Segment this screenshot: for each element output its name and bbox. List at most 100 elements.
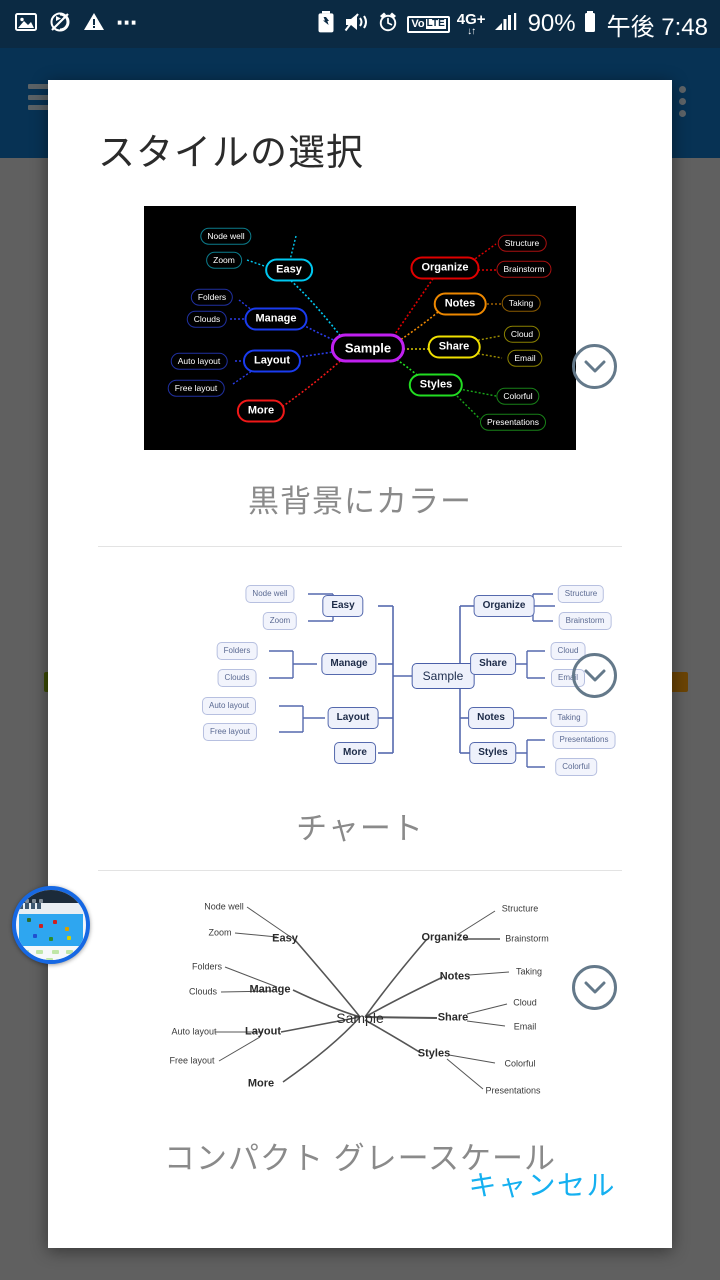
overflow-dot — [679, 86, 686, 93]
mindmap-leaf-cloud: Cloud — [513, 997, 537, 1008]
mindmap-leaf-email: Email — [507, 349, 543, 367]
floating-icon-toolbar — [16, 903, 86, 914]
phone-screen: ⋯ Vo LTE 4G+ ↓↑ 90% 午後 7:48 スタイルの選択 Samp… — [0, 0, 720, 1280]
no-sync-icon — [48, 10, 72, 39]
mindmap-leaf-taking: Taking — [501, 294, 541, 312]
mindmap-node-easy: Easy — [272, 932, 298, 945]
mindmap-leaf-zoom: Zoom — [262, 612, 298, 630]
mindmap-leaf-colorful: Colorful — [504, 1058, 536, 1069]
style-option-compact-grayscale[interactable]: Sample Easy Node well Zoom Manage Folder… — [48, 887, 672, 1178]
volte-prefix: Vo — [411, 17, 425, 30]
mindmap-leaf-folders: Folders — [190, 288, 234, 306]
divider — [98, 546, 622, 547]
mindmap-node-styles: Styles — [469, 742, 517, 764]
mindmap-leaf-cloud: Cloud — [503, 325, 541, 343]
mindmap-leaf-brainstorm: Brainstorm — [496, 260, 552, 278]
style-label-chart: チャート — [296, 811, 424, 846]
mindmap-node-easy: Easy — [265, 258, 313, 282]
mindmap-leaf-brainstorm: Brainstorm — [505, 933, 549, 944]
volte-suffix: LTE — [425, 18, 446, 29]
mindmap-leaf-node-well: Node well — [204, 901, 244, 912]
dialog-actions: キャンセル — [48, 1158, 672, 1210]
chevron-down-icon — [584, 669, 605, 681]
mindmap-node-manage: Manage — [249, 983, 291, 996]
mindmap-node-more: More — [247, 1077, 275, 1090]
mindmap-leaf-colorful: Colorful — [496, 387, 540, 405]
style-selection-dialog: スタイルの選択 Sample Easy Node well Zoom Manag… — [48, 80, 672, 1248]
mindmap-leaf-colorful: Colorful — [555, 758, 597, 776]
mindmap-node-manage: Manage — [321, 653, 377, 675]
status-bar: ⋯ Vo LTE 4G+ ↓↑ 90% 午後 7:48 — [0, 0, 720, 48]
status-bar-left-icons: ⋯ — [0, 10, 139, 39]
mindmap-node-share: Share — [427, 335, 481, 359]
overflow-dot — [679, 98, 686, 105]
mindmap-leaf-taking: Taking — [515, 966, 543, 977]
cancel-button[interactable]: キャンセル — [464, 1158, 620, 1210]
preview-dark-color[interactable]: Sample Easy Node well Zoom Manage Folder… — [48, 206, 672, 450]
mindmap-leaf-auto-layout: Auto layout — [201, 697, 257, 715]
mindmap-node-layout: Layout — [242, 349, 302, 373]
mindmap-leaf-structure: Structure — [497, 234, 547, 252]
mindmap-node-root: Sample — [336, 1010, 384, 1026]
mindmap-node-root: Sample — [330, 333, 406, 363]
mindmap-leaf-clouds: Clouds — [188, 986, 218, 997]
mindmap-node-styles: Styles — [408, 373, 464, 397]
mindmap-leaf-folders: Folders — [216, 642, 258, 660]
mindmap-node-manage: Manage — [244, 307, 308, 331]
mindmap-node-layout: Layout — [244, 1025, 282, 1038]
mindmap-leaf-node-well: Node well — [245, 585, 295, 603]
mindmap-node-organize: Organize — [473, 595, 535, 617]
mindmap-leaf-email: Email — [513, 1021, 537, 1032]
mindmap-leaf-presentations: Presentations — [485, 1085, 541, 1096]
divider — [98, 870, 622, 871]
style-label-dark-color: 黒背景にカラー — [248, 484, 472, 519]
mindmap-leaf-presentations: Presentations — [480, 413, 546, 431]
mindmap-node-styles: Styles — [417, 1047, 451, 1060]
status-bar-right-icons: Vo LTE 4G+ ↓↑ 90% 午後 7:48 — [316, 7, 720, 42]
mindmap-leaf-brainstorm: Brainstorm — [558, 612, 612, 630]
style-option-dark-color[interactable]: Sample Easy Node well Zoom Manage Folder… — [48, 206, 672, 521]
network-arrows: ↓↑ — [467, 25, 476, 37]
mindmap-leaf-zoom: Zoom — [206, 251, 242, 269]
chevron-down-icon — [584, 981, 605, 993]
page-title: スタイルの選択 — [98, 132, 364, 173]
mindmap-node-share: Share — [437, 1011, 469, 1024]
mindmap-leaf-presentations: Presentations — [552, 731, 616, 749]
mindmap-chart-preview: Sample Easy Node well Zoom Manage Folder… — [165, 575, 616, 776]
warning-icon — [82, 10, 106, 39]
mindmap-node-notes: Notes — [433, 292, 487, 316]
mindmap-leaf-folders: Folders — [191, 961, 223, 972]
mindmap-node-more: More — [236, 399, 286, 423]
mindmap-node-layout: Layout — [327, 707, 379, 729]
mindmap-leaf-free-layout: Free layout — [169, 1055, 215, 1066]
alarm-icon — [376, 10, 400, 39]
mindmap-node-root: Sample — [411, 663, 475, 689]
battery-saver-icon — [316, 10, 336, 39]
battery-icon — [583, 10, 597, 39]
mindmap-leaf-clouds: Clouds — [186, 310, 228, 328]
mindmap-leaf-auto-layout: Auto layout — [171, 1026, 217, 1037]
mindmap-node-more: More — [334, 742, 376, 764]
mindmap-leaf-free-layout: Free layout — [202, 723, 258, 741]
mindmap-leaf-clouds: Clouds — [217, 669, 257, 687]
mindmap-node-notes: Notes — [468, 707, 514, 729]
image-icon — [14, 10, 38, 39]
mindmap-node-organize: Organize — [421, 931, 469, 944]
expand-button-dark-color[interactable] — [572, 344, 617, 389]
mindmap-node-easy: Easy — [322, 595, 364, 617]
mindmap-node-organize: Organize — [410, 256, 480, 280]
mindmap-leaf-taking: Taking — [550, 709, 588, 727]
mindmap-leaf-node-well: Node well — [200, 227, 252, 245]
mindmap-leaf-structure: Structure — [501, 903, 539, 914]
mindmap-leaf-free-layout: Free layout — [167, 379, 225, 397]
overflow-menu-icon[interactable] — [679, 86, 686, 117]
expand-button-compact-grayscale[interactable] — [572, 965, 617, 1010]
mindmap-leaf-zoom: Zoom — [208, 927, 232, 938]
mindmap-node-share: Share — [470, 653, 516, 675]
clock-label: 午後 7:48 — [606, 13, 708, 41]
mindmap-node-notes: Notes — [439, 970, 471, 983]
mindmap-app-icon[interactable] — [12, 886, 90, 964]
expand-button-chart[interactable] — [572, 653, 617, 698]
network-label: 4G+ — [456, 10, 486, 28]
style-option-chart[interactable]: Sample Easy Node well Zoom Manage Folder… — [48, 575, 672, 848]
